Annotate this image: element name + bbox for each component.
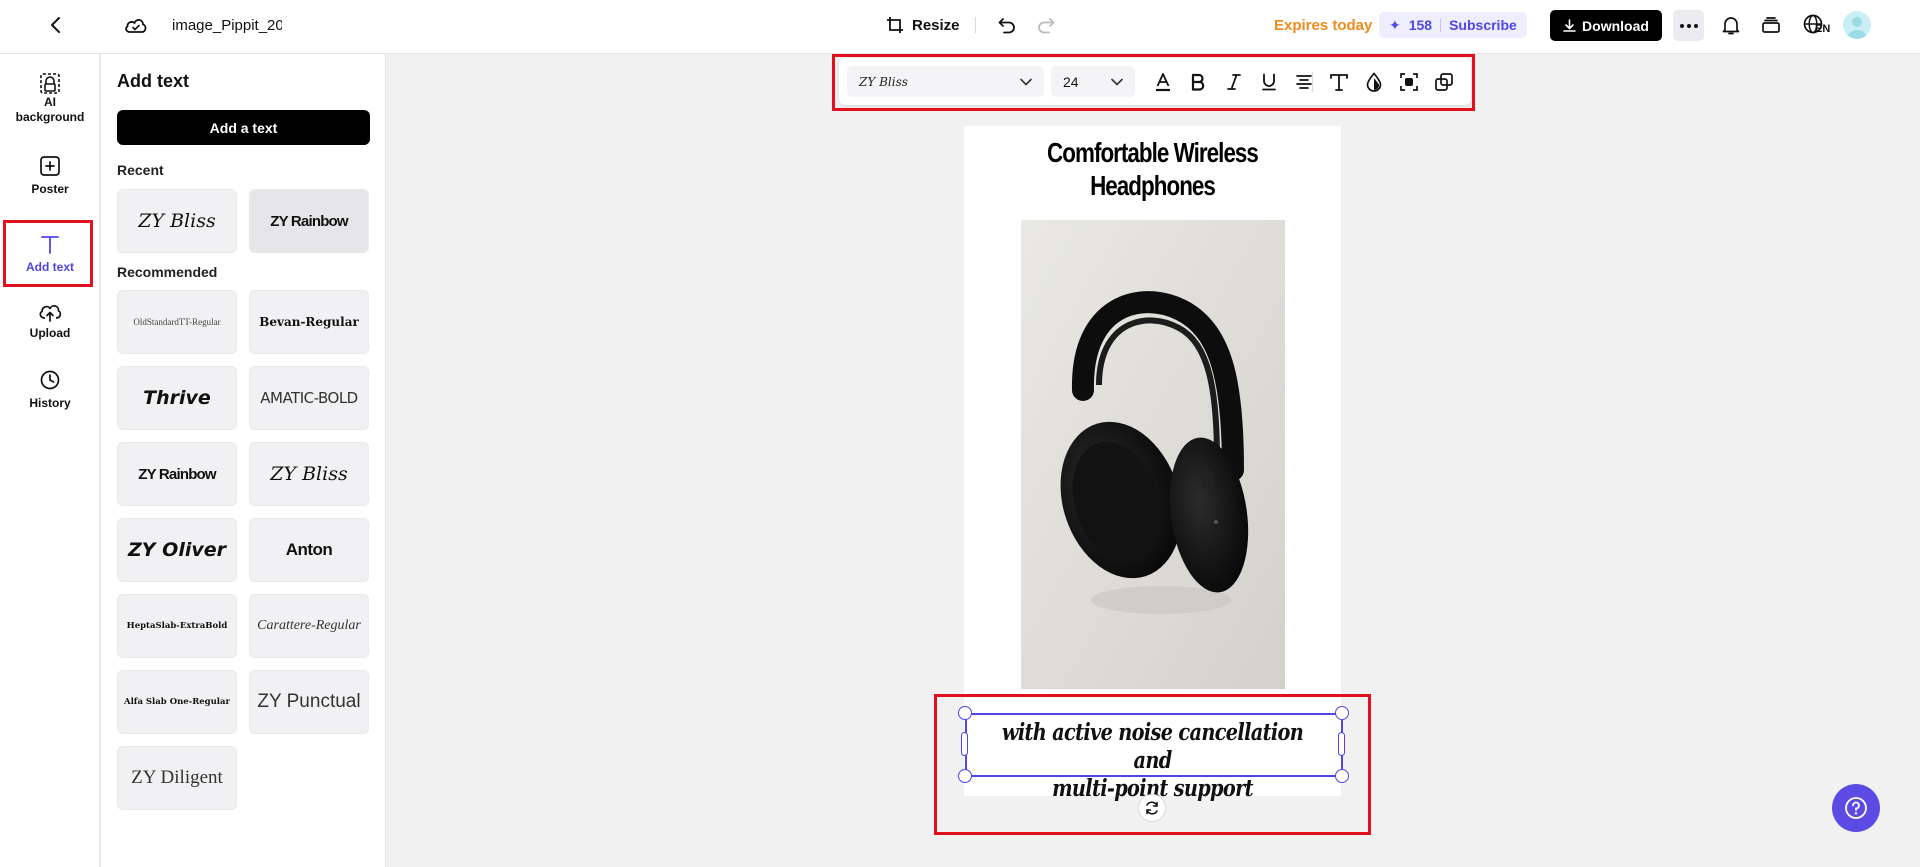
font-card[interactable]: Bevan-Regular bbox=[249, 290, 369, 354]
caption-highlight bbox=[934, 694, 1371, 835]
rail-label: History bbox=[29, 396, 71, 410]
left-rail: AI background Poster Add text Upload His… bbox=[0, 54, 100, 867]
rail-item-ai-background[interactable]: AI background bbox=[0, 71, 100, 125]
canvas-title[interactable]: Comfortable Wireless Headphones bbox=[1002, 136, 1304, 202]
download-icon bbox=[1563, 19, 1576, 32]
canvas-title-line: Headphones bbox=[1090, 170, 1216, 201]
font-card[interactable]: ZY Oliver bbox=[117, 518, 237, 582]
more-horizontal-icon bbox=[1679, 23, 1698, 28]
font-card[interactable]: ZY Rainbow bbox=[117, 442, 237, 506]
file-name[interactable]: image_Pippit_2025 bbox=[172, 0, 282, 50]
cloud-save-button[interactable] bbox=[122, 0, 150, 50]
back-button[interactable] bbox=[44, 0, 68, 50]
font-card[interactable]: Anton bbox=[249, 518, 369, 582]
font-card[interactable]: ZY Diligent bbox=[117, 746, 237, 810]
add-a-text-button[interactable]: Add a text bbox=[117, 110, 370, 145]
ai-background-icon bbox=[40, 73, 60, 94]
headphones-image[interactable] bbox=[1021, 220, 1285, 689]
rail-item-upload[interactable]: Upload bbox=[0, 301, 100, 341]
chevron-left-icon bbox=[51, 17, 60, 33]
notifications-button[interactable] bbox=[1718, 0, 1744, 50]
redo-icon bbox=[1038, 18, 1055, 34]
avatar[interactable] bbox=[1843, 11, 1871, 39]
redo-button[interactable] bbox=[1035, 0, 1057, 50]
cloud-icon bbox=[125, 19, 147, 33]
font-card[interactable]: ZY Punctual bbox=[249, 670, 369, 734]
undo-button[interactable] bbox=[996, 0, 1018, 50]
font-card[interactable]: ZY Bliss bbox=[249, 442, 369, 506]
subscribe-link[interactable]: Subscribe bbox=[1449, 17, 1517, 33]
font-card[interactable]: Thrive bbox=[117, 366, 237, 430]
expires-label: Expires today bbox=[1274, 16, 1373, 34]
toolbar-highlight bbox=[832, 54, 1475, 111]
resize-icon bbox=[887, 17, 903, 33]
rail-item-history[interactable]: History bbox=[0, 369, 100, 411]
stack-icon bbox=[1762, 17, 1780, 33]
font-card[interactable]: Carattere-Regular bbox=[249, 594, 369, 658]
font-card[interactable]: HeptaSlab-ExtraBold bbox=[117, 594, 237, 658]
bell-icon bbox=[1722, 17, 1740, 35]
sparkle-icon: ✦ bbox=[1389, 16, 1401, 33]
active-rail-highlight bbox=[3, 220, 93, 287]
rail-label: Poster bbox=[31, 182, 69, 196]
rail-item-poster[interactable]: Poster bbox=[0, 155, 100, 197]
toolbar-divider bbox=[975, 17, 976, 33]
credits-pill[interactable]: ✦ 158 Subscribe bbox=[1379, 12, 1527, 38]
rail-label: Upload bbox=[29, 326, 71, 340]
help-button[interactable] bbox=[1832, 784, 1880, 832]
canvas-title-line: Comfortable Wireless bbox=[1047, 137, 1259, 168]
add-text-panel: Add text Add a text Recent ZY Bliss ZY R… bbox=[101, 54, 386, 867]
recommended-label: Recommended bbox=[117, 264, 218, 280]
recent-label: Recent bbox=[117, 162, 164, 178]
upload-icon bbox=[39, 305, 62, 322]
more-options-button[interactable] bbox=[1673, 10, 1704, 41]
font-card-recent[interactable]: ZY Rainbow bbox=[249, 189, 369, 253]
pill-divider bbox=[1440, 18, 1442, 32]
help-icon bbox=[1845, 797, 1867, 819]
resize-button[interactable]: Resize bbox=[886, 0, 960, 50]
workspace-button[interactable] bbox=[1758, 0, 1784, 50]
language-code: EN bbox=[1815, 23, 1831, 35]
panel-title: Add text bbox=[117, 71, 189, 91]
credits-count: 158 bbox=[1408, 17, 1433, 33]
headphones-photo bbox=[1021, 220, 1285, 689]
rail-label: AI background bbox=[15, 95, 85, 124]
undo-icon bbox=[998, 18, 1015, 34]
download-label: Download bbox=[1582, 17, 1649, 34]
user-avatar-icon bbox=[1847, 17, 1867, 39]
font-card[interactable]: Alfa Slab One-Regular bbox=[117, 670, 237, 734]
font-card[interactable]: OldStandardTT-Regular bbox=[117, 290, 237, 354]
resize-label: Resize bbox=[912, 16, 960, 34]
poster-icon bbox=[40, 156, 60, 176]
font-card-recent[interactable]: ZY Bliss bbox=[117, 189, 237, 253]
top-bar: image_Pippit_2025 Resize Expires today ✦… bbox=[0, 0, 1920, 54]
font-card[interactable]: AMATIC-BOLD bbox=[249, 366, 369, 430]
download-button[interactable]: Download bbox=[1550, 10, 1662, 41]
history-icon bbox=[40, 370, 60, 390]
